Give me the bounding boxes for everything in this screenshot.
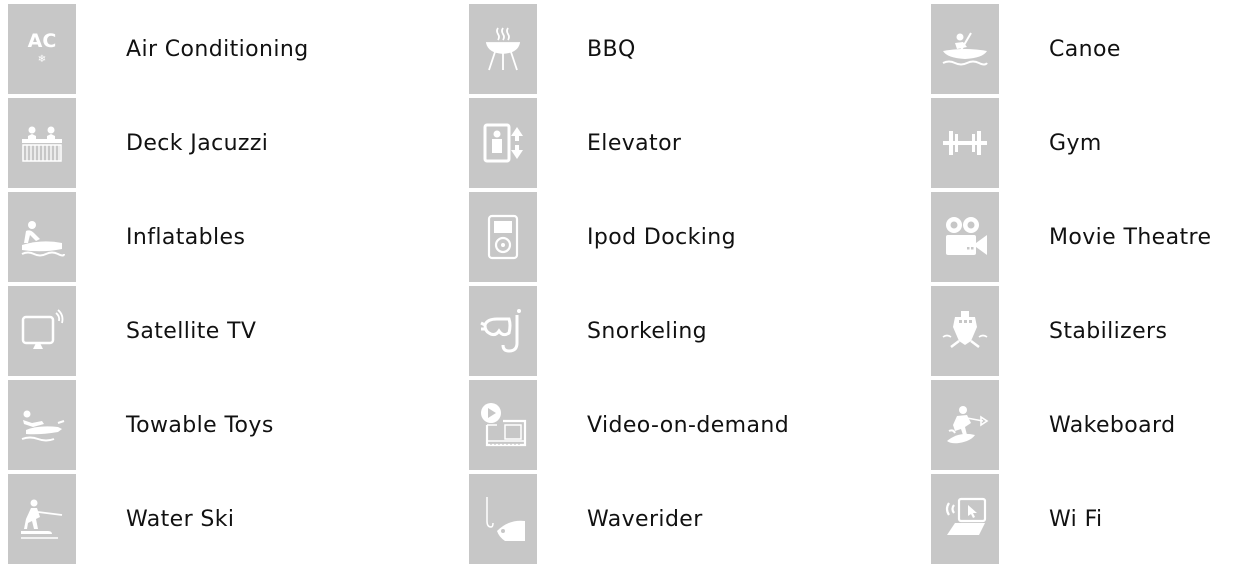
amenity-wi-fi: Wi Fi <box>931 474 1248 564</box>
movie-camera-icon <box>931 192 999 282</box>
amenity-label: Wi Fi <box>1049 506 1103 532</box>
amenity-canoe: Canoe <box>931 4 1248 94</box>
amenity-air-conditioning: AC ❄ Air Conditioning <box>8 4 328 94</box>
amenity-label: Wakeboard <box>1049 412 1176 438</box>
amenity-waverider: Waverider <box>469 474 789 564</box>
amenity-water-ski: Water Ski <box>8 474 328 564</box>
water-ski-icon <box>8 474 76 564</box>
amenity-label: Deck Jacuzzi <box>126 130 269 156</box>
amenity-label: Towable Toys <box>126 412 274 438</box>
wakeboard-icon <box>931 380 999 470</box>
amenity-video-on-demand: Video-on-demand <box>469 380 789 470</box>
svg-text:AC: AC <box>28 30 57 52</box>
amenity-label: Water Ski <box>126 506 235 532</box>
inflatables-icon <box>8 192 76 282</box>
bbq-icon <box>469 4 537 94</box>
amenity-inflatables: Inflatables <box>8 192 328 282</box>
air-conditioning-icon: AC ❄ <box>8 4 76 94</box>
amenity-towable-toys: Towable Toys <box>8 380 328 470</box>
amenity-label: Waverider <box>587 506 703 532</box>
amenity-label: Elevator <box>587 130 682 156</box>
towable-toys-icon <box>8 380 76 470</box>
amenity-label: Movie Theatre <box>1049 224 1212 250</box>
amenity-gym: Gym <box>931 98 1248 188</box>
jacuzzi-icon <box>8 98 76 188</box>
video-on-demand-icon <box>469 380 537 470</box>
gym-icon <box>931 98 999 188</box>
amenity-wakeboard: Wakeboard <box>931 380 1248 470</box>
amenity-label: Ipod Docking <box>587 224 736 250</box>
svg-text:❄: ❄ <box>38 54 46 65</box>
amenity-ipod-docking: Ipod Docking <box>469 192 789 282</box>
canoe-icon <box>931 4 999 94</box>
amenity-stabilizers: Stabilizers <box>931 286 1248 376</box>
amenity-label: Inflatables <box>126 224 246 250</box>
amenity-deck-jacuzzi: Deck Jacuzzi <box>8 98 328 188</box>
wifi-laptop-icon <box>931 474 999 564</box>
amenity-label: Stabilizers <box>1049 318 1168 344</box>
elevator-icon <box>469 98 537 188</box>
satellite-tv-icon <box>8 286 76 376</box>
amenity-label: Canoe <box>1049 36 1121 62</box>
snorkel-icon <box>469 286 537 376</box>
amenity-label: Satellite TV <box>126 318 257 344</box>
ipod-icon <box>469 192 537 282</box>
amenity-bbq: BBQ <box>469 4 789 94</box>
stabilizers-icon <box>931 286 999 376</box>
amenity-snorkeling: Snorkeling <box>469 286 789 376</box>
amenity-label: Gym <box>1049 130 1102 156</box>
amenity-movie-theatre: Movie Theatre <box>931 192 1248 282</box>
amenities-grid: AC ❄ Air Conditioning Deck Jacuzzi Inflat… <box>8 4 1248 568</box>
amenity-elevator: Elevator <box>469 98 789 188</box>
amenity-label: Snorkeling <box>587 318 708 344</box>
amenity-label: Video-on-demand <box>587 412 790 438</box>
waverider-icon <box>469 474 537 564</box>
amenity-label: BBQ <box>587 36 636 62</box>
amenity-satellite-tv: Satellite TV <box>8 286 328 376</box>
amenity-label: Air Conditioning <box>126 36 309 62</box>
